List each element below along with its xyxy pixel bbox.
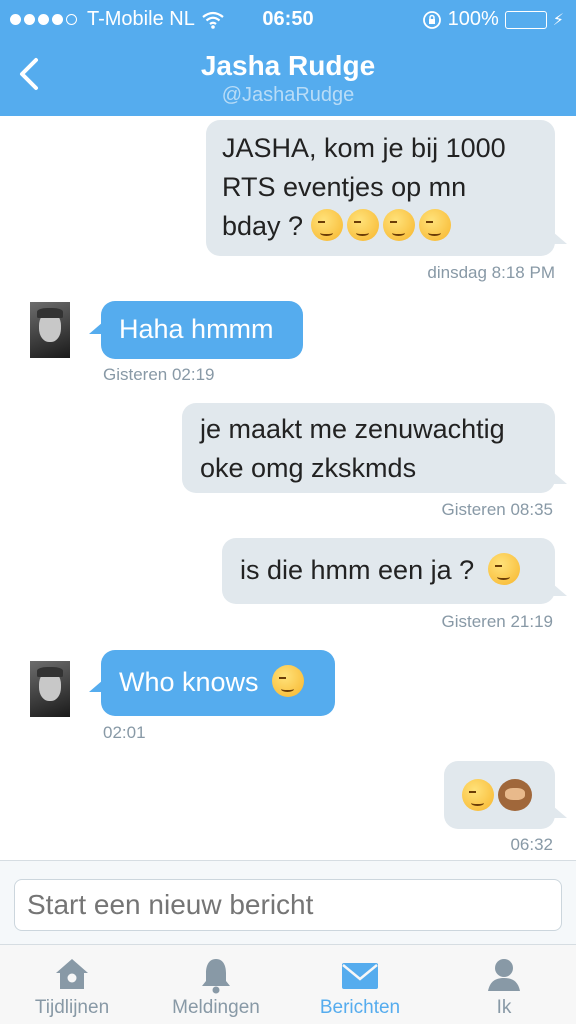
- rotation-lock-icon: [422, 10, 441, 29]
- message-line: RTS eventjes op mn: [222, 172, 467, 202]
- tab-label: Berichten: [319, 997, 401, 1018]
- message-line: JASHA, kom je bij 1000: [222, 133, 506, 163]
- status-bar: T-Mobile NL 06:50 100% ⚡: [0, 0, 576, 38]
- message-bubble-incoming[interactable]: Haha hmmm: [101, 301, 303, 359]
- conversation-title: Jasha Rudge: [200, 50, 376, 81]
- bubble-tail: [553, 232, 567, 244]
- message-line: oke omg zkskmds: [200, 453, 417, 483]
- conversation-handle: @JashaRudge: [221, 84, 355, 106]
- message-bubble-outgoing[interactable]: JASHA, kom je bij 1000 RTS eventjes op m…: [206, 120, 555, 256]
- message-composer: [0, 860, 576, 944]
- message-text: Haha hmmm: [119, 314, 274, 344]
- message-bubble-incoming[interactable]: Who knows: [101, 650, 335, 716]
- smirk-emoji-icon: [310, 209, 343, 241]
- smirk-emoji-icon: [487, 553, 520, 585]
- tab-berichten[interactable]: Berichten: [288, 945, 432, 1024]
- tab-label: Meldingen: [172, 997, 260, 1018]
- smirk-emoji-icon: [346, 209, 379, 241]
- message-line: je maakt me zenuwachtig: [200, 414, 505, 444]
- message-timestamp: Gisteren 21:19: [441, 612, 553, 631]
- battery-icon: [504, 10, 547, 29]
- message-bubble-outgoing[interactable]: [444, 761, 555, 829]
- person-icon: [488, 959, 520, 991]
- tab-bar: Tijdlijnen Meldingen Berichten Ik: [0, 944, 576, 1024]
- bubble-tail: [553, 806, 567, 818]
- charging-icon: ⚡: [552, 11, 564, 29]
- bubble-tail: [553, 472, 567, 484]
- message-text: Who knows: [119, 667, 259, 697]
- relieved-emoji-icon: [272, 665, 305, 697]
- battery-percent: 100%: [447, 8, 499, 30]
- message-timestamp: Gisteren 02:19: [103, 365, 215, 384]
- bubble-tail: [553, 584, 567, 596]
- home-icon: [56, 959, 88, 989]
- relieved-emoji-icon: [418, 209, 451, 241]
- avatar[interactable]: [30, 302, 70, 358]
- message-line-with-emoji: bday ?: [222, 207, 539, 246]
- tab-label: Tijdlijnen: [34, 997, 110, 1018]
- tab-tijdlijnen[interactable]: Tijdlijnen: [0, 945, 144, 1024]
- tab-label: Ik: [496, 997, 512, 1018]
- bubble-tail: [89, 680, 103, 692]
- battery-group: 100% ⚡: [422, 8, 564, 31]
- message-bubble-outgoing[interactable]: je maakt me zenuwachtig oke omg zkskmds: [182, 403, 555, 493]
- smirk-emoji-icon: [382, 209, 415, 241]
- envelope-icon: [342, 963, 378, 989]
- message-bubble-outgoing[interactable]: is die hmm een ja ?: [222, 538, 555, 604]
- smirk-emoji-icon: [462, 779, 494, 811]
- tab-ik[interactable]: Ik: [432, 945, 576, 1024]
- avatar[interactable]: [30, 661, 70, 717]
- message-timestamp: 06:32: [510, 835, 553, 854]
- message-text: is die hmm een ja ?: [240, 555, 475, 585]
- bubble-tail: [89, 322, 103, 334]
- see-no-evil-monkey-icon: [498, 779, 532, 811]
- message-timestamp: Gisteren 08:35: [441, 500, 553, 519]
- bell-icon: [202, 959, 230, 994]
- tab-meldingen[interactable]: Meldingen: [144, 945, 288, 1024]
- message-timestamp: dinsdag 8:18 PM: [427, 263, 555, 282]
- new-message-input[interactable]: [14, 879, 562, 931]
- message-line: bday ?: [222, 211, 304, 241]
- nav-header: T-Mobile NL 06:50 100% ⚡ Jasha Rudge @Ja…: [0, 0, 576, 116]
- message-timestamp: 02:01: [103, 723, 146, 742]
